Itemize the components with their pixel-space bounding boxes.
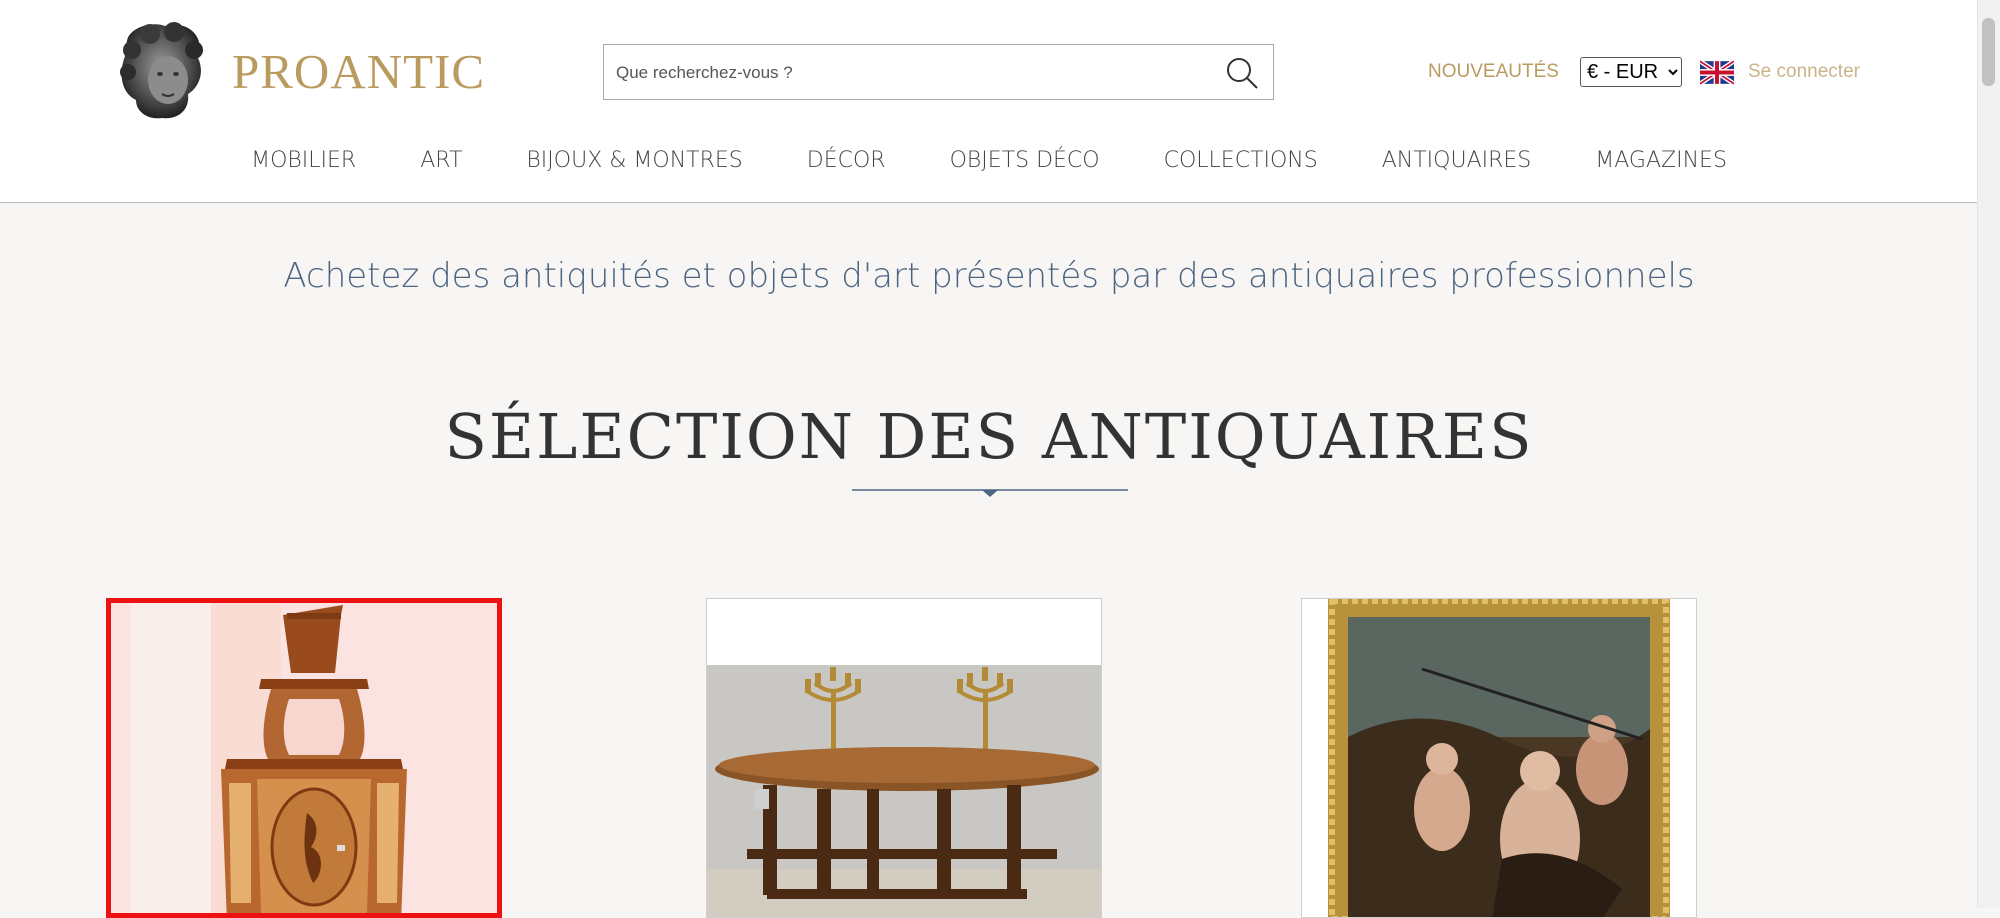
- scrollbar-thumb[interactable]: [1982, 18, 1995, 86]
- nav-item-art[interactable]: ART: [420, 148, 462, 178]
- framed-painting-image: [1302, 599, 1696, 917]
- product-card-dining-table[interactable]: [706, 598, 1102, 918]
- corner-cabinet-image: [111, 603, 497, 913]
- nav-item-objets-deco[interactable]: OBJETS DÉCO: [950, 148, 1100, 178]
- search-input[interactable]: [614, 45, 1208, 101]
- product-card-corner-cabinet[interactable]: [106, 598, 502, 918]
- nav-item-decor[interactable]: DÉCOR: [807, 148, 886, 178]
- page-tagline: Achetez des antiquités et objets d'art p…: [283, 256, 1695, 296]
- login-link[interactable]: Se connecter: [1748, 61, 1860, 83]
- new-arrivals-link[interactable]: NOUVEAUTÉS: [1428, 61, 1559, 83]
- nav-item-bijoux-montres[interactable]: BIJOUX & MONTRES: [526, 148, 742, 178]
- currency-select[interactable]: € - EUR: [1580, 57, 1682, 87]
- search-bar: [603, 44, 1274, 101]
- nav-item-collections[interactable]: COLLECTIONS: [1164, 148, 1318, 178]
- nav-item-magazines[interactable]: MAGAZINES: [1595, 148, 1727, 178]
- section-title: SÉLECTION DES ANTIQUAIRES: [444, 400, 1534, 473]
- search-icon[interactable]: [1225, 56, 1259, 90]
- brand-name: PROANTIC: [232, 43, 486, 99]
- title-divider: [852, 489, 1128, 497]
- main-nav: MOBILIER ART BIJOUX & MONTRES DÉCOR OBJE…: [0, 148, 1978, 178]
- uk-flag-icon[interactable]: [1700, 60, 1734, 85]
- brand-logo[interactable]: PROANTIC: [110, 20, 485, 122]
- cherub-head-logo-icon: [120, 22, 203, 119]
- dining-table-image: [707, 599, 1101, 917]
- site-header: PROANTIC NOUVEAUTÉS € - EUR Se connecter…: [0, 0, 1978, 203]
- page-scrollbar[interactable]: [1977, 0, 2000, 908]
- product-card-painting[interactable]: [1301, 598, 1697, 918]
- nav-item-antiquaires[interactable]: ANTIQUAIRES: [1382, 148, 1532, 178]
- nav-item-mobilier[interactable]: MOBILIER: [251, 148, 356, 178]
